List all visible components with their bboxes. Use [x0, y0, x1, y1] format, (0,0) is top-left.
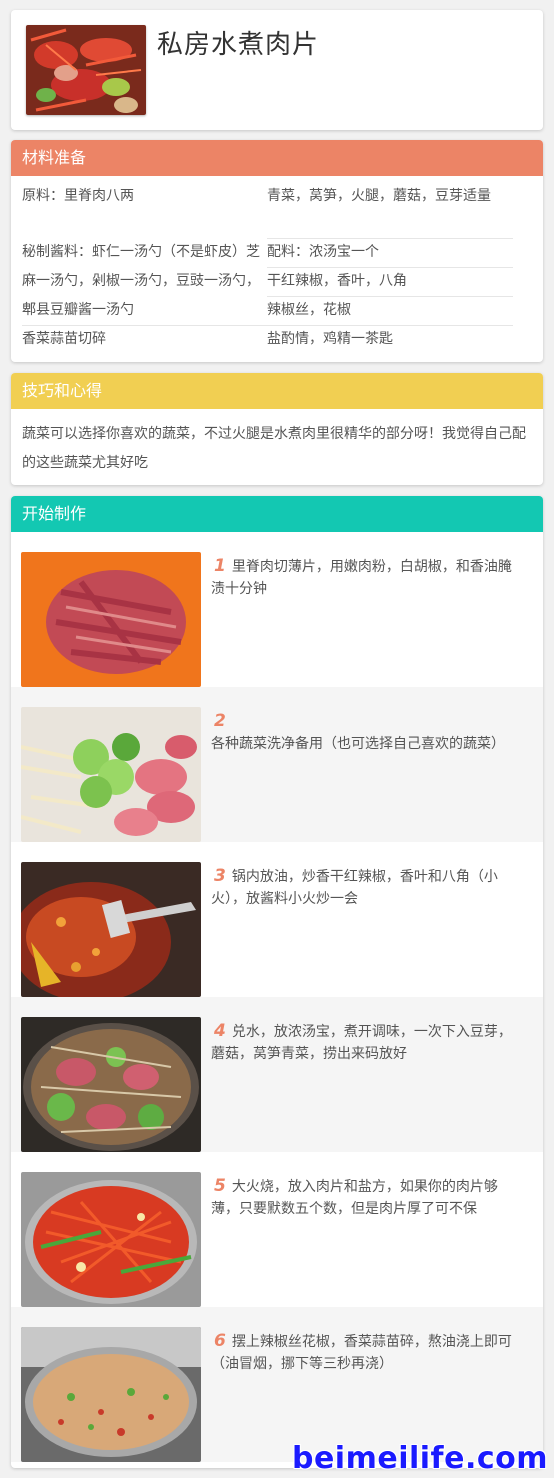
- step-1-text: 1 里脊肉切薄片，用嫩肉粉，白胡椒，和香油腌渍十分钟: [211, 555, 523, 600]
- tips-text: 蔬菜可以选择你喜欢的蔬菜，不过火腿是水煮肉里很精华的部分呀！我觉得自己配的这些蔬…: [22, 426, 526, 471]
- step-3-description: 锅内放油，炒香干红辣椒，香叶和八角（小火），放酱料小火炒一会: [211, 869, 498, 907]
- step-4-number: 4: [214, 1021, 226, 1041]
- step-5-text: 5 大火烧，放入肉片和盐方，如果你的肉片够薄，只要默数五个数，但是肉片厚了可不保: [211, 1175, 523, 1220]
- step-1-description: 里脊肉切薄片，用嫩肉粉，白胡椒，和香油腌渍十分钟: [211, 559, 512, 597]
- ingredient-left-5: 香菜蒜苗切碎: [22, 331, 106, 347]
- ingredients-card: 材料准备 原料：里脊肉八两 青菜，莴笋，火腿，蘑菇，豆芽适量 秘制酱料：虾仁一汤…: [11, 140, 543, 362]
- step-3-image[interactable]: [21, 862, 201, 997]
- step-item-6: 6 摆上辣椒丝花椒，香菜蒜苗碎，熬油浇上即可（油冒烟，挪下等三秒再浇）: [11, 1307, 543, 1462]
- recipe-thumbnail-image[interactable]: [26, 25, 146, 115]
- step-item-4: 4 兑水，放浓汤宝，煮开调味，一次下入豆芽，蘑菇，莴笋青菜，捞出来码放好: [11, 997, 543, 1152]
- step-4-description: 兑水，放浓汤宝，煮开调味，一次下入豆芽，蘑菇，莴笋青菜，捞出来码放好: [211, 1024, 512, 1062]
- step-1-image[interactable]: [21, 552, 201, 687]
- step-3-text: 3 锅内放油，炒香干红辣椒，香叶和八角（小火），放酱料小火炒一会: [211, 865, 523, 910]
- step-4-image[interactable]: [21, 1017, 201, 1152]
- step-5-number: 5: [214, 1176, 226, 1196]
- step-item-2: 2 各种蔬菜洗净备用（也可选择自己喜欢的蔬菜）: [11, 687, 543, 842]
- step-2-text: 2 各种蔬菜洗净备用（也可选择自己喜欢的蔬菜）: [211, 710, 523, 755]
- tips-header: 技巧和心得: [11, 373, 543, 409]
- step-4-text: 4 兑水，放浓汤宝，煮开调味，一次下入豆芽，蘑菇，莴笋青菜，捞出来码放好: [211, 1020, 523, 1065]
- step-1-number: 1: [214, 556, 226, 576]
- recipe-title: 私房水煮肉片: [157, 30, 320, 60]
- ingredient-right-2: 配料：浓汤宝一个: [267, 244, 379, 260]
- steps-card: 开始制作 1 里脊肉切薄片，用嫩肉粉，白胡椒，和香油腌渍十分钟 2各种蔬菜洗净备…: [11, 496, 543, 1468]
- step-2-number: 2: [214, 711, 226, 731]
- step-item-5: 5 大火烧，放入肉片和盐方，如果你的肉片够薄，只要默数五个数，但是肉片厚了可不保: [11, 1152, 543, 1307]
- ingredients-header: 材料准备: [11, 140, 543, 176]
- step-6-text: 6 摆上辣椒丝花椒，香菜蒜苗碎，熬油浇上即可（油冒烟，挪下等三秒再浇）: [211, 1330, 523, 1375]
- step-2-description: 各种蔬菜洗净备用（也可选择自己喜欢的蔬菜）: [211, 736, 505, 752]
- ingredient-right-4: 辣椒丝，花椒: [267, 302, 351, 318]
- ingredient-left-1: 原料：里脊肉八两: [22, 188, 134, 204]
- step-5-description: 大火烧，放入肉片和盐方，如果你的肉片够薄，只要默数五个数，但是肉片厚了可不保: [211, 1179, 498, 1217]
- tips-card: 技巧和心得 蔬菜可以选择你喜欢的蔬菜，不过火腿是水煮肉里很精华的部分呀！我觉得自…: [11, 373, 543, 485]
- ingredient-right-3: 干红辣椒，香叶，八角: [267, 273, 407, 289]
- step-5-image[interactable]: [21, 1172, 201, 1307]
- step-item-3: 3 锅内放油，炒香干红辣椒，香叶和八角（小火），放酱料小火炒一会: [11, 842, 543, 997]
- step-item-1: 1 里脊肉切薄片，用嫩肉粉，白胡椒，和香油腌渍十分钟: [11, 532, 543, 687]
- step-6-number: 6: [214, 1331, 226, 1351]
- ingredient-left-2: 秘制酱料：虾仁一汤勺（不是虾皮）芝麻一汤勺，剁椒一汤勺，豆豉一汤勺，郫县豆瓣酱一…: [22, 244, 260, 318]
- ingredient-right-1: 青菜，莴笋，火腿，蘑菇，豆芽适量: [267, 188, 491, 204]
- step-2-image[interactable]: [21, 707, 201, 842]
- step-6-description: 摆上辣椒丝花椒，香菜蒜苗碎，熬油浇上即可（油冒烟，挪下等三秒再浇）: [211, 1334, 512, 1372]
- step-3-number: 3: [214, 866, 226, 886]
- recipe-title-card: 私房水煮肉片: [11, 10, 543, 130]
- ingredient-right-5: 盐酌情，鸡精一茶匙: [267, 331, 393, 347]
- steps-header: 开始制作: [11, 496, 543, 532]
- site-watermark: beimeilife.com: [291, 1441, 548, 1476]
- step-6-image[interactable]: [21, 1327, 201, 1462]
